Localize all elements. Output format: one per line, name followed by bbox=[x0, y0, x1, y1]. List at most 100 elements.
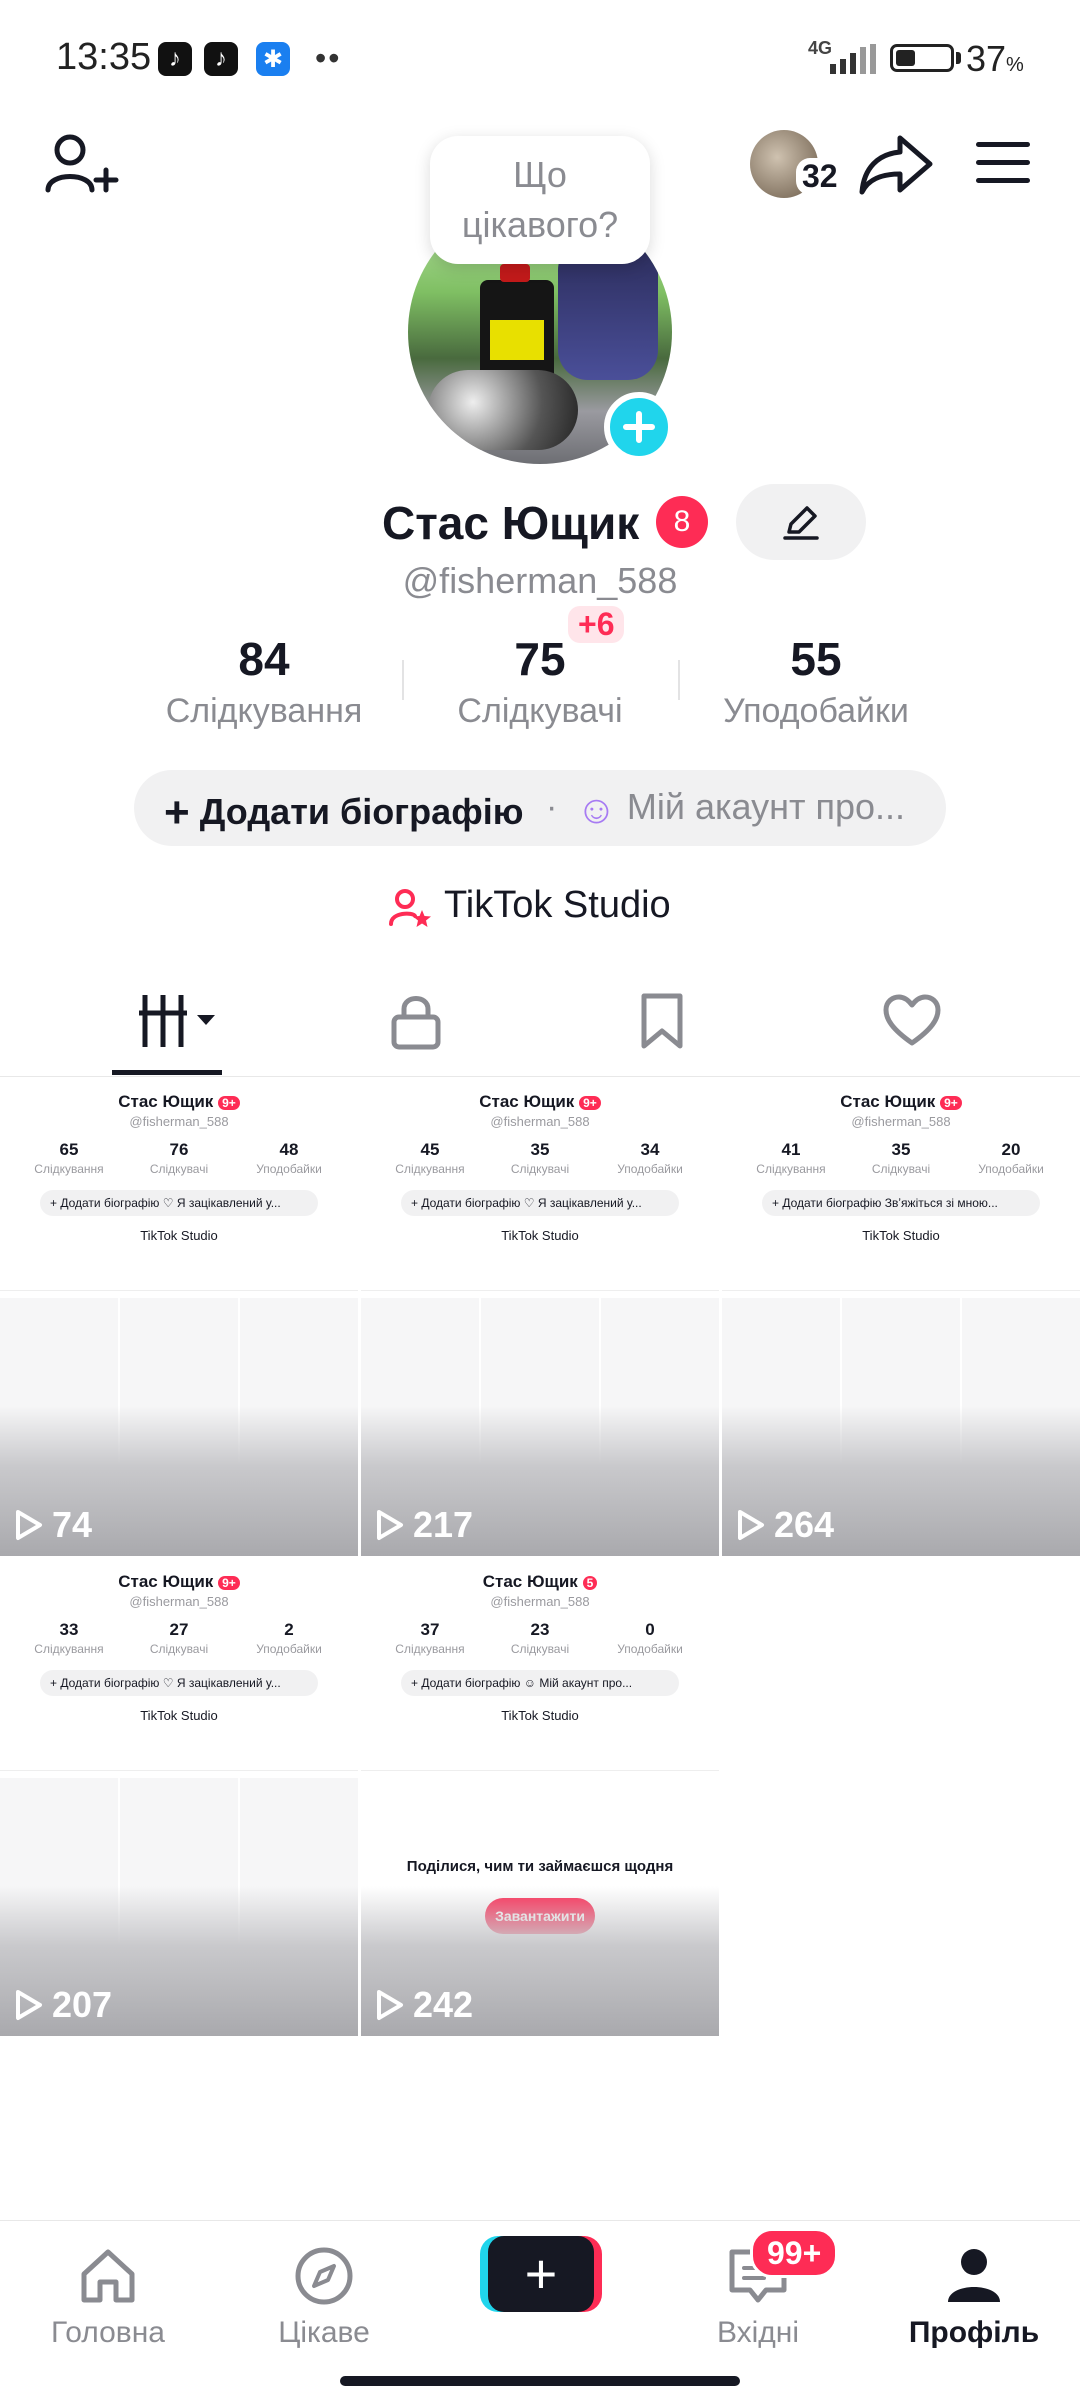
battery-icon bbox=[890, 44, 954, 72]
thumb-stat: 20 Уподобайки bbox=[956, 1140, 1066, 1176]
menu-icon[interactable] bbox=[976, 142, 1030, 184]
thumb-stat-value: 35 bbox=[530, 1140, 550, 1159]
thumb-stat: 23 Слідкувачі bbox=[485, 1620, 595, 1656]
thumb-stat: 37 Слідкування bbox=[375, 1620, 485, 1656]
view-count: 217 bbox=[375, 1504, 473, 1546]
thumb-stat-label: Уподобайки bbox=[617, 1642, 683, 1656]
edit-profile-button[interactable] bbox=[736, 484, 866, 560]
video-thumbnail[interactable]: Стас Ющик 9+ @fisherman_588 45 Слідкування 3… bbox=[361, 1078, 719, 1556]
thumb-handle: @fisherman_588 bbox=[490, 1114, 590, 1129]
thumb-stat-value: 45 bbox=[420, 1140, 440, 1159]
bookmark-icon bbox=[641, 993, 683, 1049]
nav-explore[interactable]: Цікаве bbox=[234, 2240, 414, 2350]
thumb-empty-text: Поділися, чим ти займаєшся щодня bbox=[406, 1858, 674, 1875]
thumb-tabs bbox=[0, 1260, 358, 1291]
stat-followers-label: Слідкувачі bbox=[457, 692, 623, 730]
thumb-stat-label: Уподобайки bbox=[256, 1642, 322, 1656]
tiktok-notification-icon: ♪ bbox=[158, 42, 192, 76]
thumb-stat-value: 27 bbox=[169, 1620, 189, 1639]
tiktok-studio-label: TikTok Studio bbox=[444, 884, 671, 926]
thumb-stat-value: 41 bbox=[781, 1140, 801, 1159]
name-notification-badge: 8 bbox=[656, 496, 708, 548]
stat-likes-value: 55 bbox=[790, 633, 842, 685]
account-about-label: Мій акаунт про... bbox=[626, 786, 906, 827]
nav-home[interactable]: Головна bbox=[18, 2240, 198, 2350]
compass-icon bbox=[295, 2247, 353, 2305]
thumb-stat-label: Уподобайки bbox=[978, 1162, 1044, 1176]
thumb-stat-value: 20 bbox=[1001, 1140, 1021, 1159]
tiktok-studio-link[interactable]: TikTok Studio bbox=[444, 884, 671, 927]
thumb-stat: 48 Уподобайки bbox=[234, 1140, 344, 1176]
view-count-value: 242 bbox=[413, 1984, 474, 2025]
thumb-stat-value: 65 bbox=[59, 1140, 79, 1159]
battery-percent: 37% bbox=[966, 38, 1024, 79]
thumb-stat-value: 2 bbox=[284, 1620, 294, 1639]
thumb-stat-label: Слідкувачі bbox=[871, 1162, 931, 1176]
heart-icon bbox=[883, 994, 941, 1046]
status-bubble[interactable]: Що цікавого? bbox=[430, 136, 650, 264]
stat-following-label: Слідкування bbox=[165, 692, 363, 730]
create-button[interactable]: + bbox=[480, 2236, 602, 2316]
view-count-value: 74 bbox=[52, 1504, 93, 1545]
home-icon bbox=[81, 2249, 135, 2303]
thumb-stat-label: Слідкування bbox=[756, 1162, 826, 1176]
tab-private[interactable] bbox=[366, 986, 466, 1056]
pencil-icon bbox=[783, 506, 819, 540]
view-count-value: 217 bbox=[413, 1504, 474, 1545]
video-thumbnail[interactable]: Стас Ющик 9+ @fisherman_588 41 Слідкування 3… bbox=[722, 1078, 1080, 1556]
thumb-stat: 65 Слідкування bbox=[14, 1140, 124, 1176]
view-count: 264 bbox=[736, 1504, 834, 1546]
nav-explore-label: Цікаве bbox=[278, 2316, 370, 2349]
nav-inbox-label: Вхідні bbox=[716, 2316, 800, 2349]
play-icon bbox=[738, 1510, 764, 1540]
stat-likes-label: Уподобайки bbox=[723, 692, 909, 730]
thumb-name: Стас Ющик 9+ bbox=[722, 1092, 1080, 1112]
profile-name: Стас Ющик bbox=[382, 497, 640, 549]
tab-videos[interactable] bbox=[130, 986, 230, 1056]
tab-liked[interactable] bbox=[862, 986, 962, 1056]
nav-profile[interactable]: Профіль bbox=[884, 2240, 1064, 2350]
add-story-button[interactable] bbox=[604, 392, 674, 462]
account-about-button[interactable]: ☺ Мій акаунт про... bbox=[576, 786, 905, 833]
stat-following[interactable]: 84 Слідкування bbox=[134, 632, 394, 731]
share-icon[interactable] bbox=[856, 130, 936, 200]
view-count: 207 bbox=[14, 1984, 112, 2026]
thumb-bio: + Додати біографію ☺ Мій акаунт про... bbox=[401, 1670, 679, 1696]
tab-saved[interactable] bbox=[612, 986, 712, 1056]
view-count-value: 207 bbox=[52, 1984, 113, 2025]
app-notification-icon: ✱ bbox=[256, 42, 290, 76]
thumb-handle: @fisherman_588 bbox=[129, 1114, 229, 1129]
network-type: 4G bbox=[808, 38, 833, 58]
profile-icon bbox=[948, 2249, 1000, 2302]
plus-icon: + bbox=[488, 2236, 594, 2312]
video-thumbnail[interactable]: Стас Ющик 9+ @fisherman_588 65 Слідкування 7… bbox=[0, 1078, 358, 1556]
play-icon bbox=[377, 1990, 403, 2020]
thumb-stat-label: Слідкувачі bbox=[510, 1642, 570, 1656]
profile-visitors-count[interactable]: 32 bbox=[796, 158, 844, 195]
thumb-stat-label: Слідкування bbox=[395, 1162, 465, 1176]
plus-icon: + bbox=[164, 788, 190, 837]
play-icon bbox=[377, 1510, 403, 1540]
thumb-stat: 35 Слідкувачі bbox=[846, 1140, 956, 1176]
add-friend-icon[interactable] bbox=[40, 128, 120, 208]
thumb-stat-label: Слідкувачі bbox=[510, 1162, 570, 1176]
thumb-name: Стас Ющик 5 bbox=[361, 1572, 719, 1592]
battery-tip bbox=[956, 52, 961, 64]
thumb-stat-value: 23 bbox=[530, 1620, 550, 1639]
thumb-bio: + Додати біографію ♡ Я зацікавлений у... bbox=[40, 1670, 318, 1696]
lock-icon bbox=[391, 996, 441, 1050]
tabs-divider bbox=[0, 1076, 1080, 1077]
thumb-stat: 76 Слідкувачі bbox=[124, 1140, 234, 1176]
thumb-studio: TikTok Studio bbox=[140, 1228, 218, 1243]
thumb-handle: @fisherman_588 bbox=[490, 1594, 590, 1609]
video-thumbnail[interactable]: Стас Ющик 9+ @fisherman_588 33 Слідкування 2… bbox=[0, 1558, 358, 2036]
video-thumbnail[interactable]: Стас Ющик 5 @fisherman_588 37 Слідкування 23… bbox=[361, 1558, 719, 2036]
thumb-bio: + Додати біографію ♡ Я зацікавлений у... bbox=[401, 1190, 679, 1216]
stat-likes[interactable]: 55 Уподобайки bbox=[686, 632, 946, 731]
stat-followers[interactable]: 75 Слідкувачі bbox=[410, 632, 670, 731]
plus-icon bbox=[623, 411, 655, 443]
thumb-name: Стас Ющик 9+ bbox=[0, 1572, 358, 1592]
add-bio-button[interactable]: + Додати біографію bbox=[164, 788, 523, 838]
thumb-stat-value: 35 bbox=[891, 1140, 911, 1159]
nav-home-label: Головна bbox=[51, 2316, 165, 2349]
